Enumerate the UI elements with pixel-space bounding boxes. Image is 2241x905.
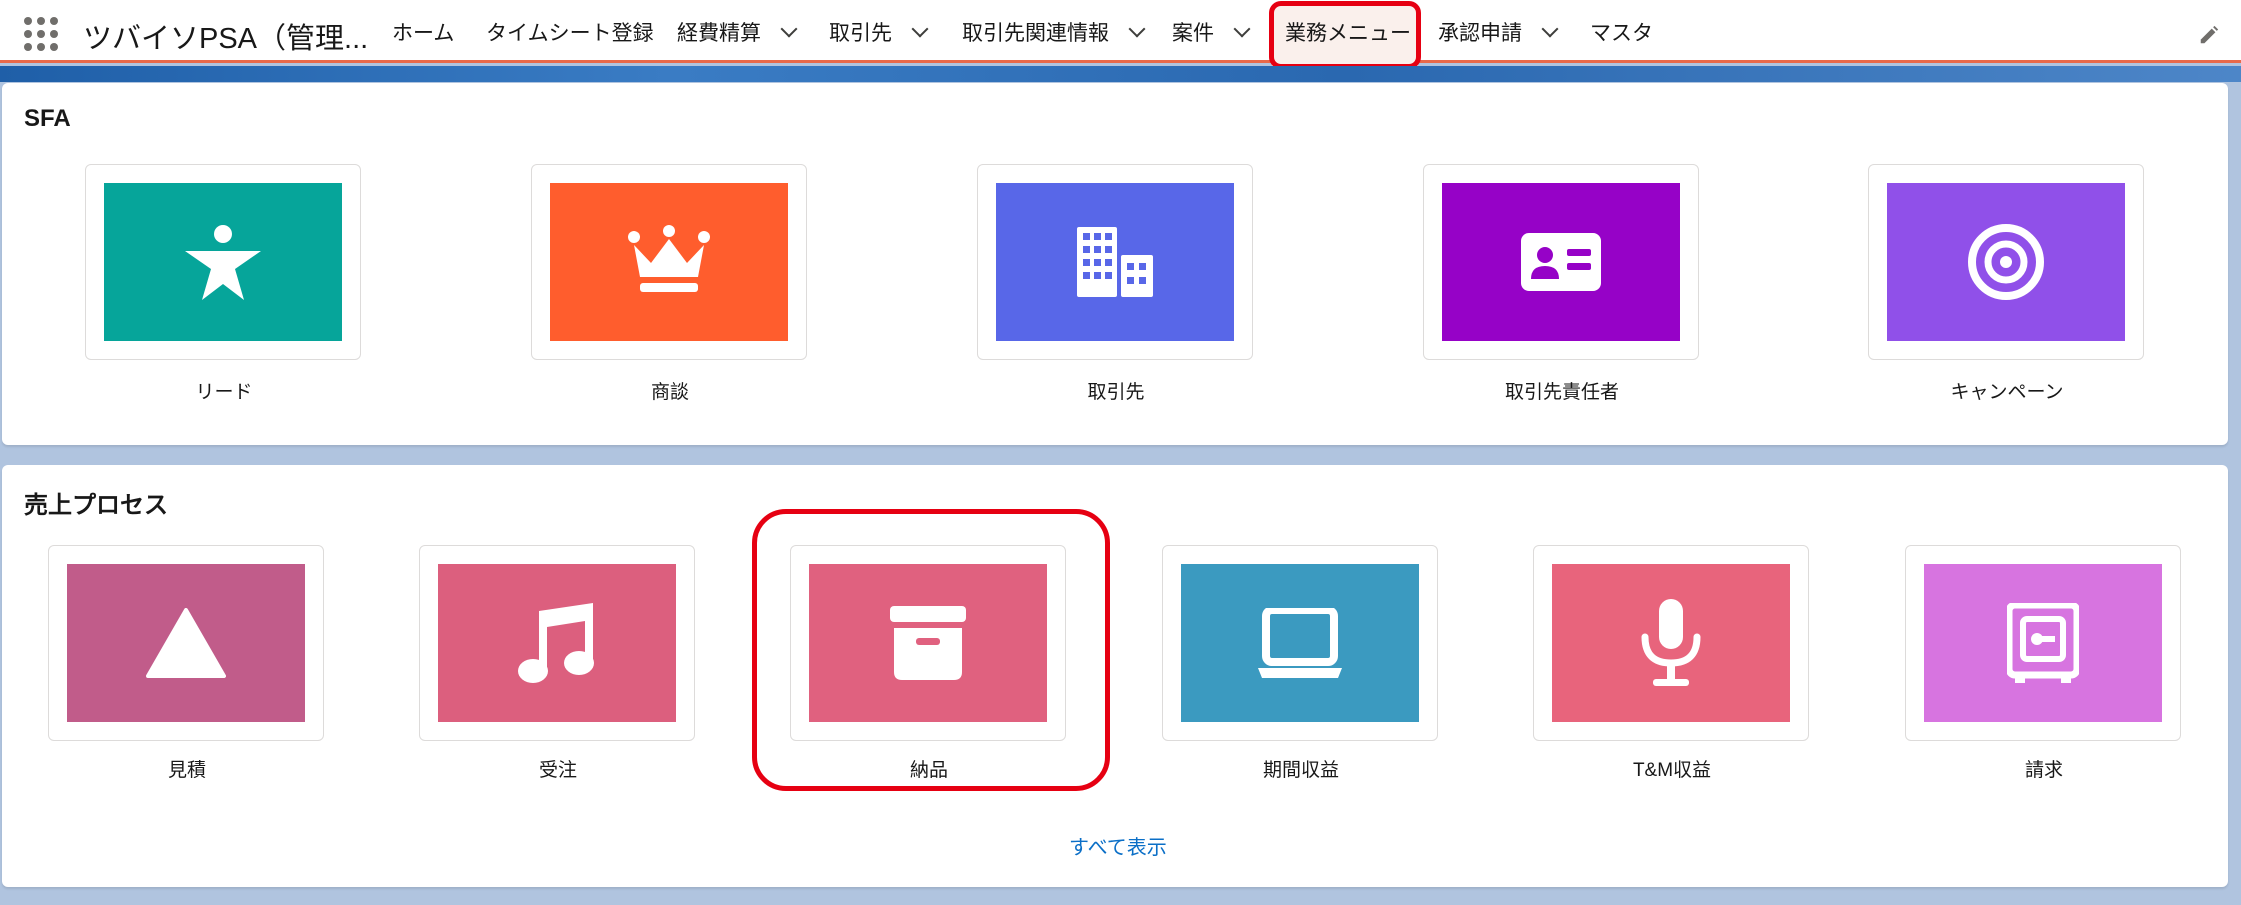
tile-label-opportunity: 商談: [650, 382, 689, 403]
account-tile-image: [996, 183, 1234, 341]
tile-label-quote: 見積: [167, 760, 206, 781]
tile-opportunity[interactable]: 商談: [531, 164, 807, 403]
nav-label-home: ホーム: [392, 21, 455, 45]
tile-period-revenue[interactable]: 期間収益: [1162, 545, 1438, 781]
microphone-icon: [1641, 599, 1701, 686]
tile-account[interactable]: 取引先: [977, 164, 1253, 403]
sfa-card-title: SFA: [24, 105, 71, 132]
laptop-icon: [1258, 608, 1342, 678]
sfa-card: SFA リード 商談 取引先 取引先責任者 キャンペーン: [2, 83, 2228, 445]
chevron-down-icon[interactable]: [780, 20, 798, 37]
header-background-band: [0, 66, 2241, 82]
invoice-tile-image: [1924, 564, 2162, 722]
top-navigation-bar: ツバイソPSA（管理... ホーム タイムシート登録 経費精算 取引先 取引先関…: [0, 0, 2241, 66]
tile-label-contact: 取引先責任者: [1504, 382, 1619, 403]
nav-item-account-related[interactable]: 取引先関連情報: [962, 0, 1146, 63]
chevron-down-icon[interactable]: [1128, 20, 1146, 37]
app-name: ツバイソPSA（管理...: [83, 23, 369, 55]
order-tile-image: [438, 564, 676, 722]
nav-label-accounts: 取引先: [829, 21, 892, 45]
tile-lead[interactable]: リード: [85, 164, 361, 403]
tm-revenue-tile-image: [1552, 564, 1790, 722]
tile-tm-revenue[interactable]: T&M収益: [1533, 545, 1809, 781]
tile-label-account: 取引先: [1087, 382, 1145, 403]
nav-item-master[interactable]: マスタ: [1590, 0, 1653, 63]
nav-label-projects: 案件: [1172, 21, 1214, 45]
contact-card-icon: [1521, 233, 1601, 291]
nav-item-business-menu[interactable]: 業務メニュー: [1285, 0, 1411, 63]
delivery-tile-image: [809, 564, 1047, 722]
nav-item-expense[interactable]: 経費精算: [677, 0, 798, 63]
nav-item-projects[interactable]: 案件: [1172, 0, 1251, 63]
tile-invoice[interactable]: 請求: [1905, 545, 2181, 781]
tile-label-period-revenue: 期間収益: [1262, 760, 1339, 781]
chevron-down-icon[interactable]: [1233, 20, 1251, 37]
pencil-edit-icon[interactable]: [2198, 24, 2220, 46]
nav-label-business-menu: 業務メニュー: [1285, 21, 1411, 45]
tile-label-lead: リード: [195, 382, 253, 403]
campaign-target-icon: [1968, 224, 2044, 300]
tile-quote[interactable]: 見積: [48, 545, 324, 781]
nav-item-accounts[interactable]: 取引先: [829, 0, 929, 63]
tile-contact[interactable]: 取引先責任者: [1423, 164, 1699, 403]
nav-label-expense: 経費精算: [677, 21, 761, 45]
nav-label-timesheet: タイムシート登録: [486, 21, 654, 45]
tile-label-order: 受注: [538, 760, 577, 781]
nav-label-approval: 承認申請: [1438, 21, 1522, 45]
tile-delivery[interactable]: 納品: [790, 545, 1066, 781]
tile-label-campaign: キャンペーン: [1950, 382, 2064, 403]
tile-campaign[interactable]: キャンペーン: [1868, 164, 2144, 403]
quote-triangle-icon: [146, 608, 226, 678]
nav-item-approval[interactable]: 承認申請: [1438, 0, 1559, 63]
tile-order[interactable]: 受注: [419, 545, 695, 781]
nav-label-master: マスタ: [1590, 21, 1653, 45]
account-building-icon: [1077, 227, 1153, 297]
campaign-tile-image: [1887, 183, 2125, 341]
tile-label-invoice: 請求: [2024, 760, 2063, 781]
invoice-safe-icon: [2007, 603, 2079, 683]
nav-item-timesheet[interactable]: タイムシート登録: [486, 0, 654, 63]
tile-label-delivery: 納品: [909, 760, 948, 781]
lead-tile-image: [104, 183, 342, 341]
sales-process-card: 売上プロセス 見積 受注 納品 期間収益 T&M収益 請求 すべて表示: [2, 465, 2228, 887]
delivery-archive-icon: [890, 606, 966, 680]
chevron-down-icon[interactable]: [1541, 20, 1559, 37]
order-music-icon: [518, 603, 594, 683]
nav-item-home[interactable]: ホーム: [392, 0, 454, 63]
quote-tile-image: [67, 564, 305, 722]
app-launcher-icon[interactable]: [24, 17, 58, 51]
contact-tile-image: [1442, 183, 1680, 341]
nav-label-account-related: 取引先関連情報: [962, 21, 1109, 45]
opportunity-crown-icon: [628, 225, 710, 292]
chevron-down-icon[interactable]: [911, 20, 929, 37]
lead-icon: [185, 225, 261, 300]
tile-label-tm-revenue: T&M収益: [1632, 760, 1712, 781]
period-revenue-tile-image: [1181, 564, 1419, 722]
sales-process-card-title: 売上プロセス: [24, 492, 168, 519]
show-all-link[interactable]: すべて表示: [1069, 831, 1167, 860]
opportunity-tile-image: [550, 183, 788, 341]
